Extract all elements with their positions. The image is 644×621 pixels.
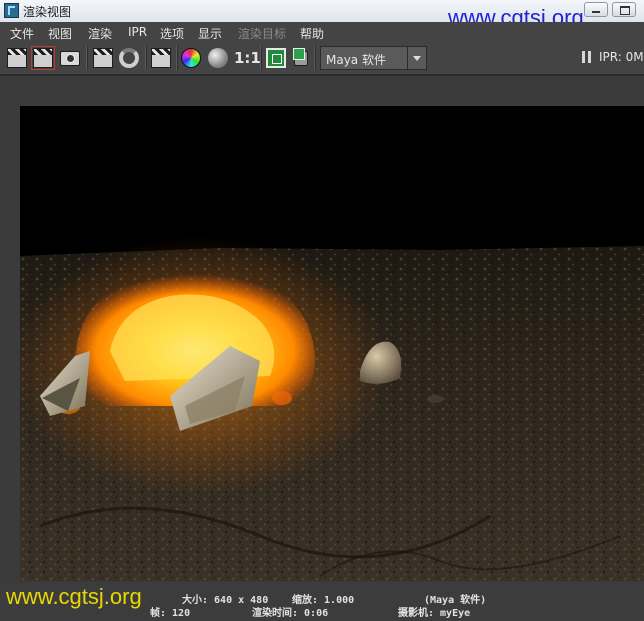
toolbar-separator — [314, 46, 316, 70]
maximize-button[interactable] — [612, 2, 636, 17]
pause-icon[interactable] — [582, 51, 592, 63]
renderer-dropdown-value: Maya 软件 — [326, 53, 386, 67]
frame-all-icon[interactable] — [266, 48, 286, 68]
window-title: 渲染视图 — [23, 5, 72, 19]
toolbar-separator — [86, 46, 88, 70]
rendered-scene — [20, 106, 644, 581]
render-region-icon[interactable] — [31, 46, 55, 70]
rgb-channel-icon[interactable] — [181, 48, 201, 68]
refresh-icon[interactable] — [119, 48, 139, 68]
ipr-memory-status: IPR: 0M — [599, 50, 644, 64]
menu-view[interactable]: 视图 — [48, 25, 72, 42]
watermark-bottom: www.cgtsj.org — [6, 584, 142, 609]
render-viewport[interactable] — [0, 75, 644, 585]
minimize-button[interactable] — [584, 2, 608, 17]
camera-label: 摄影机: myEye — [398, 608, 471, 619]
rendered-image — [20, 106, 644, 581]
toolbar-separator — [260, 46, 262, 70]
chevron-down-icon — [407, 47, 426, 69]
menu-help[interactable]: 帮助 — [300, 25, 324, 42]
menu-bar: 文件 视图 渲染 IPR 选项 显示 渲染目标 帮助 — [0, 22, 644, 42]
menu-file[interactable]: 文件 — [10, 25, 34, 42]
maya-app-icon — [4, 3, 19, 18]
frame-label: 帧: 120 — [150, 608, 191, 619]
toolbar-separator — [176, 46, 178, 70]
alpha-channel-icon[interactable] — [208, 48, 228, 68]
snapshot-icon[interactable] — [60, 51, 80, 66]
menu-display[interactable]: 显示 — [198, 25, 222, 42]
menu-render[interactable]: 渲染 — [88, 25, 112, 42]
render-time-label: 渲染时间: 0:06 — [252, 608, 329, 619]
toolbar-separator — [145, 46, 147, 70]
menu-ipr[interactable]: IPR — [128, 25, 147, 39]
toolbar: 1:1 Maya 软件 — [0, 42, 644, 75]
renderer-dropdown[interactable]: Maya 软件 — [320, 46, 427, 70]
real-size-button[interactable]: 1:1 — [234, 48, 261, 68]
menu-options[interactable]: 选项 — [160, 25, 184, 42]
render-frame-icon[interactable] — [7, 48, 27, 68]
remove-image-icon[interactable] — [293, 48, 308, 66]
render-sequence-icon[interactable] — [93, 48, 113, 68]
menu-render-target[interactable]: 渲染目标 — [238, 25, 286, 42]
keep-image-icon[interactable] — [151, 48, 171, 68]
